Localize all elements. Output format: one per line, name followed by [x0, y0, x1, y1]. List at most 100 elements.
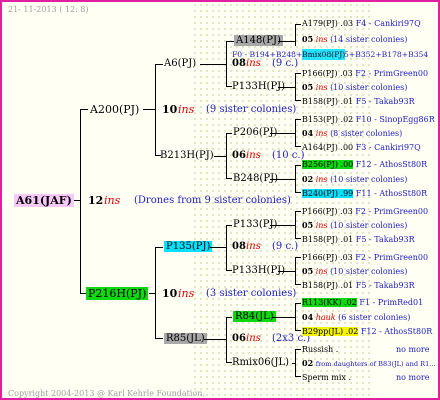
p135-note: (9 c.)	[272, 241, 299, 252]
row-5-id[interactable]: B158(PJ) .01	[302, 97, 353, 106]
queen-a200[interactable]: A200(PJ)	[90, 103, 139, 116]
row-17-origin: F5 - Takab93R	[355, 281, 415, 290]
row-12-id[interactable]: P166(PJ) .03	[302, 207, 353, 216]
bracket-a200-top	[155, 64, 163, 65]
row-14-id[interactable]: B158(PJ) .01	[302, 235, 353, 244]
queen-p135[interactable]: P135(PJ)	[164, 241, 213, 252]
bracket-p135-vertical	[226, 225, 227, 271]
bracket-b213h-stub	[214, 156, 227, 157]
row-10: 02 ins (10 sister colonies)	[302, 174, 407, 185]
row-14: B158(PJ) .01 F5 - Takab93R	[302, 234, 415, 245]
row-20-id[interactable]: B29pp(JL) .02	[302, 327, 359, 336]
bracket-a200-stub	[143, 109, 156, 110]
row-7-note: (8 sister colonies)	[330, 129, 403, 138]
p216h-ins: ins	[178, 287, 195, 300]
row-4-ins: ins	[315, 83, 328, 92]
footer-copyright: Copyright 2004-2013 @ Karl Kehrle Founda…	[8, 389, 205, 398]
row-0-origin: F4 - Cankiri97Q	[355, 19, 421, 28]
bracket-a200-vertical	[155, 64, 156, 156]
queen-r85[interactable]: R85(JL)	[164, 333, 207, 344]
bracket-r4-top	[295, 165, 301, 166]
bracket-r6-bottom	[295, 284, 301, 285]
a200-note: (9 sister colonies)	[206, 104, 297, 115]
row-3: P166(PJ) .03 F2 - PrimGreen00	[302, 68, 428, 79]
row-6-origin: F10 - SinopEgg86R	[355, 115, 435, 124]
row-15-origin: F2 - PrimGreen00	[355, 253, 429, 262]
row-12: P166(PJ) .03 F2 - PrimGreen00	[302, 206, 428, 217]
pedigree-canvas: 21- 11-2013 ( 12: 8) A61(JAF) 12 ins (Dr…	[0, 0, 440, 400]
row-18-origin: F1 - PrimRed01	[359, 298, 424, 307]
p216h-num: 10	[162, 287, 178, 300]
row-4-note: (10 sister colonies)	[330, 83, 408, 92]
row-9-origin: F12 - AthosSt80R	[355, 160, 428, 169]
bracket-r3-bottom	[295, 146, 301, 147]
row-18: R113(KK) .02 F1 - PrimRed01	[302, 297, 423, 308]
row-15-id[interactable]: P166(PJ) .03	[302, 253, 353, 262]
row-8-id[interactable]: A164(PJ) .00	[302, 143, 353, 152]
row-11: B240(PJ) .99 F11 - AthosSt80R	[302, 188, 427, 199]
bracket-r8-top	[295, 349, 301, 350]
bracket-r8-stub	[292, 363, 296, 364]
row-19-ins: hauk	[315, 313, 336, 322]
row-0-id[interactable]: A179(PJ) .03	[302, 19, 353, 28]
row-16-note: (10 sister colonies)	[330, 267, 408, 276]
queen-p216h[interactable]: P216H(PJ)	[86, 287, 149, 300]
row-11-origin: F11 - AthosSt80R	[355, 189, 428, 198]
date-header: 21- 11-2013 ( 12: 8)	[8, 5, 89, 14]
row-10-ins: ins	[315, 175, 328, 184]
bracket-r1-top	[295, 24, 301, 25]
row-6-id[interactable]: B153(PJ) .02	[302, 115, 353, 124]
bracket-p216h-stub	[149, 293, 156, 294]
bracket-r2-top	[295, 73, 301, 74]
bracket-r85-stub	[204, 339, 227, 340]
row-21-id[interactable]: Russish .	[302, 345, 338, 354]
bracket-p135-top	[226, 225, 232, 226]
b213h-num: 06	[232, 150, 246, 161]
row-1-num: 05	[302, 34, 314, 44]
bracket-r6-top	[295, 257, 301, 258]
b213h-ins: ins	[246, 150, 261, 161]
row-23: Sperm mix .	[302, 372, 351, 383]
row-1-ins: ins	[315, 35, 328, 44]
queen-a148[interactable]: A148(PJ)	[234, 35, 283, 46]
root-num: 12	[88, 194, 104, 207]
row-21: Russish .	[302, 344, 338, 355]
bracket-r7-stub	[272, 317, 296, 318]
row-11-id[interactable]: B240(PJ) .99	[302, 189, 354, 198]
row-18-id[interactable]: R113(KK) .02	[302, 298, 357, 307]
queen-a6[interactable]: A6(PJ)	[164, 58, 196, 69]
row-9-id[interactable]: B256(PJ) .00	[302, 160, 354, 169]
root-queen[interactable]: A61(JAF)	[14, 194, 74, 207]
bracket-r3-stub	[270, 133, 296, 134]
row-4-num: 05	[302, 82, 314, 92]
row-7-num: 04	[302, 128, 314, 138]
row-23-id[interactable]: Sperm mix .	[302, 373, 351, 382]
row-22: 02 from daughters of B83(JL) and R1...	[302, 358, 436, 370]
bracket-root-stub	[74, 200, 81, 201]
row-16: 05 ins (10 sister colonies)	[302, 266, 407, 277]
row-17-id[interactable]: B158(PJ) .01	[302, 281, 353, 290]
bracket-r2-stub	[278, 87, 296, 88]
p135-ins: ins	[246, 241, 261, 252]
bracket-a6-top	[226, 41, 234, 42]
queen-rmix06[interactable]: Rmix06(JL)	[232, 357, 289, 368]
bracket-r7-bottom	[295, 330, 301, 331]
row-21-nomore: no more	[396, 345, 430, 354]
bracket-r3-top	[295, 119, 301, 120]
row-3-id[interactable]: P166(PJ) .03	[302, 69, 353, 78]
bracket-r6-stub	[278, 271, 296, 272]
bracket-b213h-bottom	[226, 178, 232, 179]
bracket-b213h-top	[226, 133, 232, 134]
row-3-origin: F2 - PrimGreen00	[355, 69, 429, 78]
bracket-r85-top	[226, 317, 232, 318]
bracket-root-top	[80, 109, 88, 110]
bracket-root-vertical	[80, 109, 81, 294]
bracket-p216h-bottom	[155, 338, 163, 339]
queen-r84[interactable]: R84(JL)	[233, 311, 276, 322]
row-2-id[interactable]: Bmix08(PJ)	[302, 49, 346, 60]
row-1-note: (14 sister colonies)	[330, 35, 408, 44]
row-16-ins: ins	[315, 267, 328, 276]
row-5: B158(PJ) .01 F5 - Takab93R	[302, 96, 415, 107]
queen-b213h[interactable]: B213H(PJ)	[160, 150, 214, 161]
a200-num: 10	[162, 103, 178, 116]
